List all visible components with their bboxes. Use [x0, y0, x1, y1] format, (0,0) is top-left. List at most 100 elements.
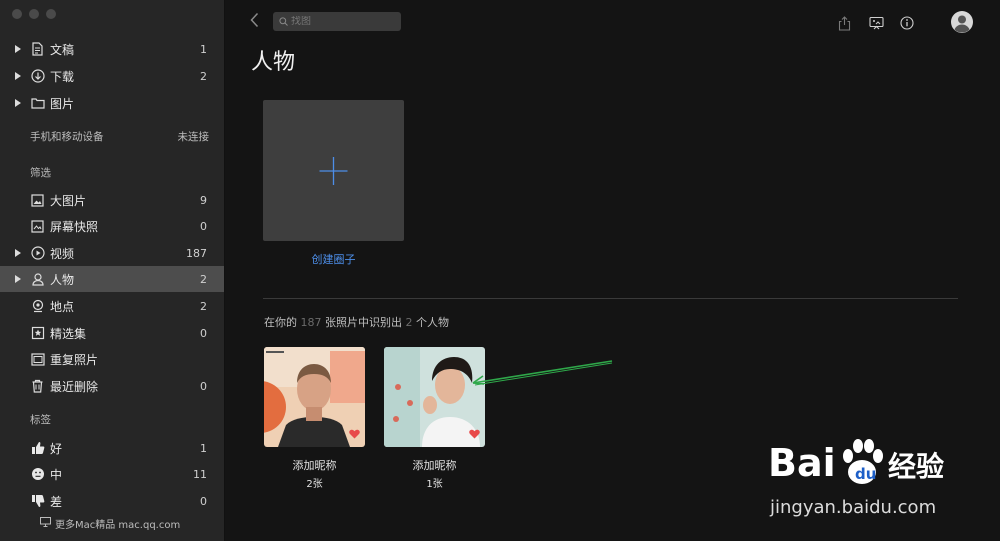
sidebar-item-tag-neutral[interactable]: 中 11 — [0, 461, 224, 487]
sidebar-item-count: 1 — [200, 441, 207, 455]
svg-text:经验: 经验 — [888, 450, 944, 483]
window-controls — [12, 9, 56, 19]
download-icon — [30, 69, 45, 84]
person-photo-count: 1张 — [426, 479, 443, 490]
close-window-button[interactable] — [12, 9, 22, 19]
annotation-arrow — [472, 360, 613, 386]
sidebar-item-label: 差 — [50, 494, 63, 509]
sidebar-item-people[interactable]: 人物 2 — [0, 266, 224, 292]
disclosure-triangle-icon[interactable] — [15, 249, 21, 257]
sidebar-item-duplicates[interactable]: 重复照片 — [0, 346, 224, 372]
info-icon[interactable] — [899, 15, 915, 31]
devices-status: 未连接 — [177, 131, 210, 143]
sidebar-item-downloads[interactable]: 下载 2 — [0, 63, 224, 89]
sidebar-item-label: 重复照片 — [50, 352, 99, 367]
account-avatar-icon[interactable] — [950, 10, 974, 34]
more-mac-apps-link[interactable]: 更多Mac精品 mac.qq.com — [40, 516, 180, 531]
people-summary: 在你的 187 张照片中识别出 2 个人物 — [264, 314, 449, 330]
share-icon[interactable] — [836, 15, 852, 31]
summary-middle: 张照片中识别出 — [325, 316, 402, 329]
favorite-heart-icon[interactable] — [349, 428, 360, 442]
search-icon — [279, 17, 288, 26]
sidebar-item-large-images[interactable]: 大图片 9 — [0, 187, 224, 213]
document-icon — [30, 42, 45, 57]
create-circle-label[interactable]: 创建圈子 — [263, 251, 404, 267]
sidebar-item-label: 大图片 — [50, 193, 87, 208]
summary-suffix: 个人物 — [416, 316, 449, 329]
person-thumbnail[interactable] — [264, 347, 365, 447]
search-field[interactable] — [273, 12, 401, 31]
sidebar-item-count: 187 — [186, 246, 207, 260]
sidebar-item-count: 2 — [200, 69, 207, 83]
slideshow-icon[interactable] — [868, 15, 884, 31]
folder-icon — [30, 96, 45, 111]
sidebar-item-featured[interactable]: 精选集 0 — [0, 320, 224, 346]
sidebar-item-label: 中 — [50, 467, 63, 482]
neutral-face-icon — [30, 467, 45, 482]
sidebar-item-label: 精选集 — [50, 326, 87, 341]
sidebar: 文稿 1 下载 2 图片 手机和移动设备 未连接 筛选 大图片 9 屏幕快照 0 — [0, 0, 225, 541]
create-circle-button[interactable] — [263, 100, 404, 241]
sidebar-item-label: 地点 — [50, 299, 75, 314]
disclosure-triangle-icon[interactable] — [15, 275, 21, 283]
divider — [263, 298, 958, 299]
sidebar-item-label: 下载 — [50, 69, 75, 84]
duplicate-photos-icon — [30, 352, 45, 367]
sidebar-item-count: 0 — [200, 219, 207, 233]
disclosure-triangle-icon[interactable] — [15, 72, 21, 80]
disclosure-triangle-icon[interactable] — [15, 45, 21, 53]
sidebar-item-videos[interactable]: 视频 187 — [0, 240, 224, 266]
sidebar-item-places[interactable]: 地点 2 — [0, 293, 224, 319]
watermark-url: jingyan.baidu.com — [770, 497, 937, 518]
tags-header: 标签 — [30, 414, 51, 426]
favorite-heart-icon[interactable] — [469, 428, 480, 442]
devices-header: 手机和移动设备 — [30, 131, 104, 143]
person-photo-count: 2张 — [306, 479, 323, 490]
zoom-window-button[interactable] — [46, 9, 56, 19]
more-mac-apps-label: 更多Mac精品 mac.qq.com — [55, 520, 181, 531]
disclosure-triangle-icon[interactable] — [15, 99, 21, 107]
chevron-left-icon — [250, 12, 259, 28]
sidebar-item-label: 图片 — [50, 96, 75, 111]
play-circle-icon — [30, 246, 45, 261]
thumbs-down-icon — [30, 494, 45, 509]
sidebar-item-count: 2 — [200, 299, 207, 313]
location-pin-icon — [30, 299, 45, 314]
sidebar-item-recently-deleted[interactable]: 最近删除 0 — [0, 373, 224, 399]
sidebar-item-screenshots[interactable]: 屏幕快照 0 — [0, 213, 224, 239]
sidebar-item-count: 1 — [200, 42, 207, 56]
sidebar-item-label: 人物 — [50, 272, 75, 287]
sidebar-item-count: 9 — [200, 193, 207, 207]
svg-text:du: du — [855, 465, 876, 483]
summary-prefix: 在你的 — [264, 316, 297, 329]
sidebar-item-count: 0 — [200, 326, 207, 340]
person-nickname[interactable]: 添加昵称 — [264, 457, 365, 473]
plus-icon — [319, 157, 348, 185]
sidebar-item-tag-bad[interactable]: 差 0 — [0, 488, 224, 514]
sidebar-item-count: 11 — [193, 467, 207, 481]
search-input[interactable] — [291, 16, 391, 27]
screenshot-icon — [30, 219, 45, 234]
thumbs-up-icon — [30, 441, 45, 456]
sidebar-item-tag-good[interactable]: 好 1 — [0, 435, 224, 461]
sidebar-item-label: 最近删除 — [50, 379, 99, 394]
sidebar-item-label: 视频 — [50, 246, 75, 261]
sidebar-item-documents[interactable]: 文稿 1 — [0, 36, 224, 62]
sidebar-item-count: 2 — [200, 272, 207, 286]
sidebar-item-pictures[interactable]: 图片 — [0, 90, 224, 116]
person-nickname[interactable]: 添加昵称 — [384, 457, 485, 473]
minimize-window-button[interactable] — [29, 9, 39, 19]
page-title: 人物 — [251, 50, 296, 75]
filter-header: 筛选 — [30, 167, 51, 179]
back-button[interactable] — [250, 12, 259, 32]
star-badge-icon — [30, 326, 45, 341]
sidebar-item-label: 好 — [50, 441, 63, 456]
sidebar-item-label: 文稿 — [50, 42, 75, 57]
trash-icon — [30, 379, 45, 394]
summary-people-count: 2 — [405, 316, 413, 329]
person-icon — [30, 272, 45, 287]
svg-text:Bai: Bai — [768, 441, 836, 485]
summary-photo-count: 187 — [300, 316, 322, 329]
sidebar-item-count: 0 — [200, 494, 207, 508]
image-icon — [30, 193, 45, 208]
